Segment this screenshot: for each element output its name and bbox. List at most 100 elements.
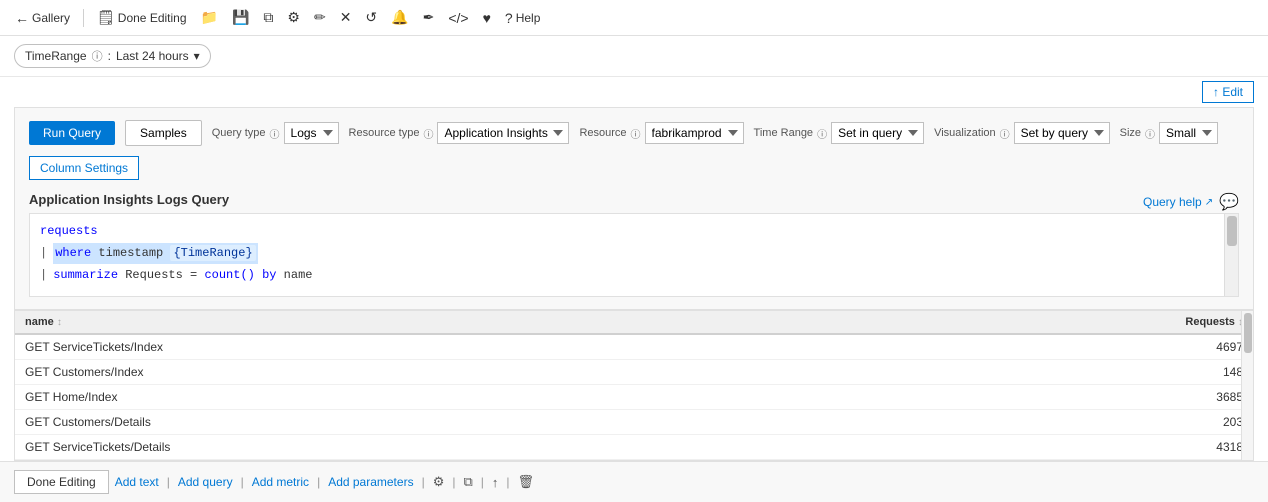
cell-requests: 203 — [1133, 409, 1253, 434]
count-keyword: count() — [204, 266, 254, 285]
add-query-link[interactable]: Add query — [178, 475, 233, 489]
query-type-label: Query type — [212, 127, 266, 139]
query-type-group: Query type ⓘ Logs — [212, 122, 339, 144]
table-row: GET ServiceTickets/Details4318 — [15, 434, 1253, 459]
copy-bottom-icon[interactable]: ⧉ — [463, 474, 472, 490]
timerange-separator: : — [108, 49, 111, 63]
feedback-icon[interactable]: 💬 — [1219, 192, 1239, 212]
results-scrollbar-thumb — [1244, 313, 1252, 353]
heart-icon: ♥ — [483, 10, 491, 26]
column-settings-button[interactable]: Column Settings — [29, 156, 139, 180]
code-icon: </> — [448, 10, 468, 26]
query-line-3: | summarize Requests = count() by name — [40, 266, 1228, 285]
edit-pencil-button[interactable]: ✏ — [309, 6, 331, 29]
resource-type-label: Resource type — [349, 127, 420, 139]
timerange-selector[interactable]: TimeRange ⓘ : Last 24 hours ▾ — [14, 44, 211, 68]
timerange-param: {TimeRange} — [170, 245, 255, 261]
cell-requests: 3685 — [1133, 384, 1253, 409]
size-label: Size — [1120, 127, 1141, 139]
table-row: GET Home/Index3685 — [15, 384, 1253, 409]
timerange-value: Last 24 hours — [116, 49, 189, 63]
add-text-link[interactable]: Add text — [115, 475, 159, 489]
timestamp-text: timestamp — [98, 246, 163, 260]
query-help-row: Application Insights Logs Query Query he… — [29, 192, 1239, 213]
resource-info-icon: ⓘ — [631, 126, 641, 141]
size-group: Size ⓘ Small — [1120, 122, 1218, 144]
table-row: GET Customers/Index148 — [15, 359, 1253, 384]
gallery-button[interactable]: ← Gallery — [10, 7, 75, 29]
results-scrollbar[interactable] — [1241, 311, 1253, 460]
visualization-info-icon: ⓘ — [1000, 126, 1010, 141]
query-help-link[interactable]: Query help ↗ — [1143, 195, 1213, 209]
table-header-row: name ↕ Requests ↕ — [15, 311, 1253, 334]
name-sort-icon: ↕ — [57, 317, 62, 328]
results-table: name ↕ Requests ↕ GET ServiceTickets/Ind… — [15, 311, 1253, 460]
bell-icon: 🔔 — [391, 9, 408, 26]
col-header-name[interactable]: name ↕ — [15, 311, 1133, 334]
query-scrollbar-thumb — [1227, 216, 1237, 246]
resource-select[interactable]: fabrikamprod — [645, 122, 744, 144]
query-panel-title: Application Insights Logs Query — [29, 192, 229, 207]
save-button[interactable]: 💾 — [227, 6, 254, 29]
pencil-icon: ✏ — [314, 9, 326, 26]
done-editing-toolbar-label: Done Editing — [118, 11, 187, 25]
cell-name: GET Home/Index — [15, 384, 1133, 409]
visualization-label: Visualization — [934, 127, 996, 139]
x-icon: ✕ — [340, 9, 352, 26]
back-arrow-icon: ← — [15, 10, 29, 26]
done-editing-toolbar-button[interactable]: 🗒 Done Editing — [92, 6, 192, 29]
add-metric-link[interactable]: Add metric — [252, 475, 309, 489]
query-controls: Run Query Samples Query type ⓘ Logs Reso… — [29, 120, 1239, 180]
sep-3: | — [317, 475, 320, 489]
results-tbody: GET ServiceTickets/Index4697GET Customer… — [15, 334, 1253, 460]
where-keyword: where — [55, 246, 91, 260]
time-range-group: Time Range ⓘ Set in query — [754, 122, 925, 144]
cell-requests: 148 — [1133, 359, 1253, 384]
name-field: name — [284, 266, 313, 285]
cell-name: GET Customers/Index — [15, 359, 1133, 384]
save-outline-icon: 🗒 — [97, 9, 115, 26]
add-parameters-link[interactable]: Add parameters — [328, 475, 413, 489]
folder-button[interactable]: 📁 — [196, 6, 223, 29]
samples-button[interactable]: Samples — [125, 120, 202, 146]
query-highlighted-line: where timestamp {TimeRange} — [53, 243, 257, 264]
query-editor[interactable]: requests | where timestamp {TimeRange} |… — [29, 213, 1239, 297]
cell-name: GET Customers/Details — [15, 409, 1133, 434]
timerange-name: TimeRange — [25, 49, 87, 63]
settings-button[interactable]: ⚙ — [282, 6, 305, 29]
sep-1: | — [167, 475, 170, 489]
annotate-button[interactable]: ✒ — [418, 6, 440, 29]
refresh-button[interactable]: ↺ — [360, 6, 382, 29]
trash-bottom-icon[interactable]: 🗑 — [518, 474, 535, 490]
gallery-label: Gallery — [32, 11, 70, 25]
size-select[interactable]: Small — [1159, 122, 1218, 144]
time-range-select[interactable]: Set in query — [831, 122, 924, 144]
discard-button[interactable]: ✕ — [335, 6, 357, 29]
cell-name: GET ServiceTickets/Index — [15, 334, 1133, 360]
query-line-1: requests — [40, 222, 1228, 241]
copy-button[interactable]: ⧉ — [258, 6, 278, 29]
query-panel: Run Query Samples Query type ⓘ Logs Reso… — [14, 107, 1254, 310]
table-row: GET Customers/Details203 — [15, 409, 1253, 434]
help-button[interactable]: ? Help — [500, 7, 545, 29]
bell-button[interactable]: 🔔 — [386, 6, 413, 29]
visualization-select[interactable]: Set by query — [1014, 122, 1110, 144]
sep-4: | — [422, 475, 425, 489]
query-scrollbar[interactable] — [1224, 214, 1238, 296]
chevron-down-icon: ▾ — [194, 49, 200, 63]
resource-group: Resource ⓘ fabrikamprod — [579, 122, 743, 144]
resource-label: Resource — [579, 127, 626, 139]
edit-button[interactable]: ↑ Edit — [1202, 81, 1254, 103]
code-button[interactable]: </> — [443, 7, 473, 29]
edit-row: ↑ Edit — [0, 77, 1268, 107]
heart-button[interactable]: ♥ — [478, 7, 496, 29]
done-editing-button[interactable]: Done Editing — [14, 470, 109, 494]
settings-bottom-icon[interactable]: ⚙ — [433, 474, 445, 490]
resource-type-select[interactable]: Application Insights — [437, 122, 569, 144]
timerange-row: TimeRange ⓘ : Last 24 hours ▾ — [0, 36, 1268, 77]
up-bottom-icon[interactable]: ↑ — [492, 475, 499, 490]
query-type-select[interactable]: Logs — [284, 122, 339, 144]
col-header-requests[interactable]: Requests ↕ — [1133, 311, 1253, 334]
run-query-button[interactable]: Run Query — [29, 121, 115, 145]
requests-var: Requests — [125, 266, 183, 285]
